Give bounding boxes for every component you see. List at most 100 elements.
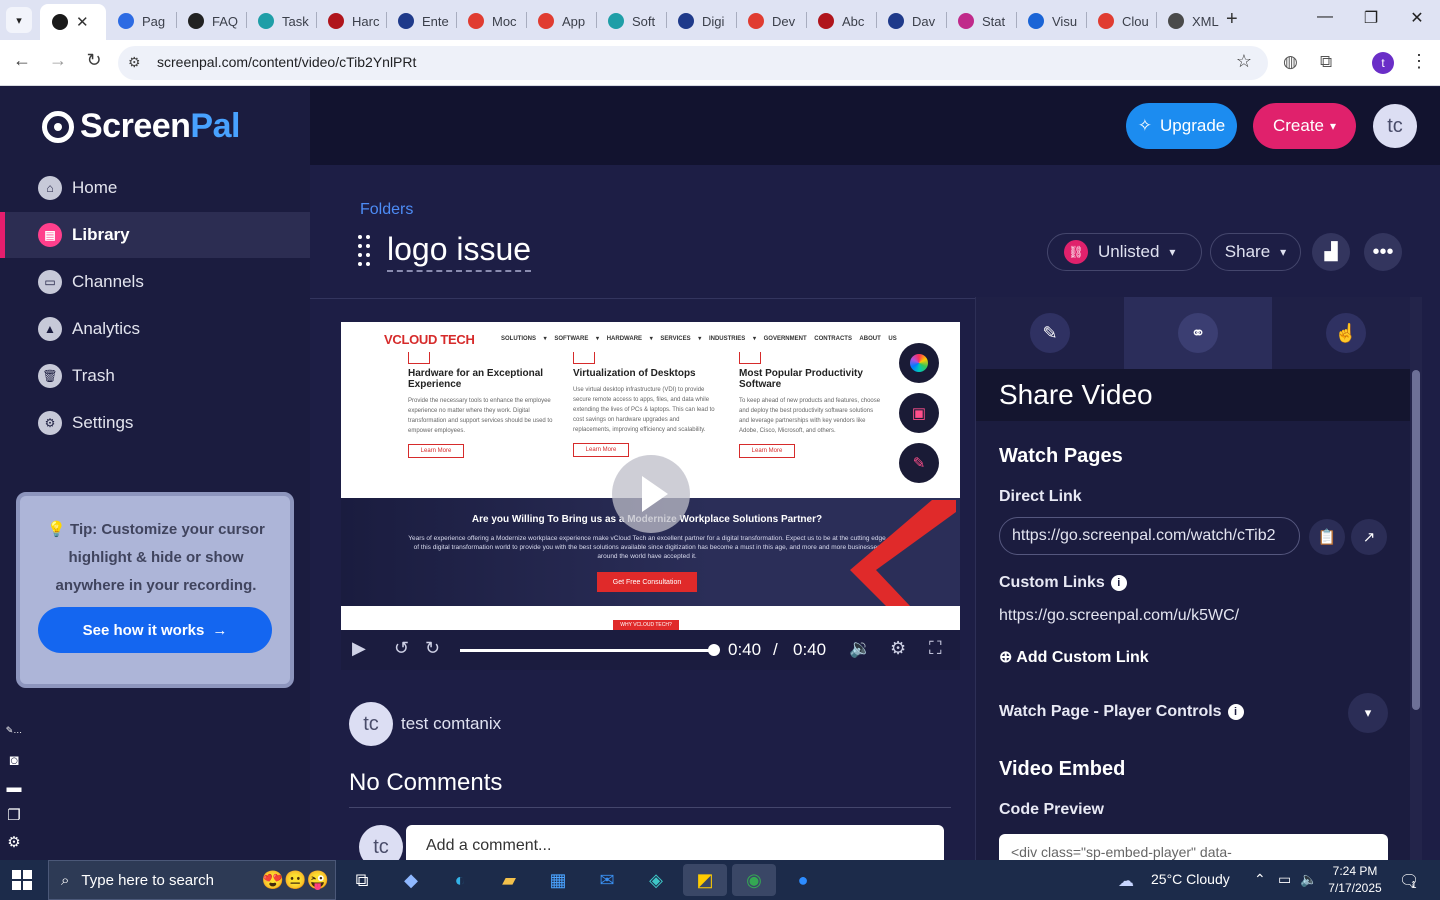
chrome-icon[interactable]: ◉: [732, 864, 776, 896]
rewind-icon[interactable]: ↺: [394, 638, 409, 659]
omnibox[interactable]: ⚙ screenpal.com/content/video/cTib2YnlPR…: [118, 46, 1268, 80]
settings-gear-icon[interactable]: ⚙: [890, 638, 906, 659]
windows-icon[interactable]: ❐: [3, 806, 25, 833]
browser-tab[interactable]: Abc: [806, 6, 874, 36]
windows-start-icon[interactable]: [12, 870, 32, 890]
video-camera-icon[interactable]: ▬: [3, 779, 25, 806]
video-title[interactable]: logo issue: [387, 231, 532, 272]
browser-tab[interactable]: App: [526, 6, 594, 36]
sidebar-item-settings[interactable]: ⚙ Settings: [0, 400, 310, 446]
browser-tab[interactable]: Dav: [876, 6, 944, 36]
volume-tray-icon[interactable]: 🔈: [1300, 871, 1317, 888]
tab-search-button[interactable]: ▾: [6, 7, 32, 33]
owner-avatar[interactable]: tc: [349, 702, 393, 746]
back-arrow-icon[interactable]: ←: [9, 50, 35, 71]
upgrade-button[interactable]: ✧ Upgrade: [1126, 103, 1237, 149]
reload-icon[interactable]: ↻: [81, 50, 107, 71]
browser-tab[interactable]: Dev: [736, 6, 804, 36]
edge-icon[interactable]: ◐: [438, 864, 482, 896]
bookmark-star-icon[interactable]: ☆: [1236, 51, 1252, 72]
drag-handle-icon[interactable]: [358, 235, 372, 269]
file-explorer-icon[interactable]: ▰: [487, 864, 531, 896]
pencil-more-icon[interactable]: ✎…: [3, 725, 25, 752]
tray-chevron-icon[interactable]: ⌃: [1254, 871, 1266, 888]
url-text[interactable]: screenpal.com/content/video/cTib2YnlPRt: [157, 54, 416, 70]
info-icon[interactable]: i: [1227, 704, 1244, 720]
store-icon[interactable]: ▦: [536, 864, 580, 896]
task-view-icon[interactable]: ⧉: [340, 864, 384, 896]
analytics-chart-button[interactable]: ▟: [1312, 233, 1350, 271]
expand-player-controls-button[interactable]: ▾: [1348, 693, 1388, 733]
see-how-it-works-button[interactable]: See how it works →: [38, 607, 272, 653]
browser-tab[interactable]: Moc: [456, 6, 524, 36]
sticky-notes-icon[interactable]: ◩: [683, 864, 727, 896]
share-dropdown[interactable]: Share ▾: [1210, 233, 1301, 271]
forward-arrow-icon[interactable]: →: [45, 50, 71, 71]
browser-menu-icon[interactable]: ⋮: [1410, 51, 1428, 72]
breadcrumb-folders[interactable]: Folders: [360, 201, 413, 219]
image-overlay-button[interactable]: ▣: [899, 393, 939, 433]
browser-tab[interactable]: Visu: [1016, 6, 1084, 36]
screenpal-logo[interactable]: ScreenPal: [42, 107, 240, 146]
browser-tab[interactable]: Harc: [316, 6, 384, 36]
new-tab-plus-icon[interactable]: +: [1226, 8, 1238, 31]
video-player[interactable]: VCLOUD TECH SOLUTIONS ▾ SOFTWARE ▾ HARDW…: [341, 322, 960, 670]
browser-tab[interactable]: Task: [246, 6, 314, 36]
panel-scrollbar[interactable]: [1412, 370, 1420, 710]
player-controls-label[interactable]: Watch Page - Player Controls i: [999, 703, 1244, 721]
minimize-icon[interactable]: —: [1302, 8, 1348, 26]
seek-handle[interactable]: [708, 644, 720, 656]
zoom-icon[interactable]: ●: [781, 864, 825, 896]
browser-profile-avatar[interactable]: t: [1372, 52, 1394, 74]
network-icon[interactable]: ▭: [1278, 871, 1291, 888]
browser-tab[interactable]: Digi: [666, 6, 734, 36]
big-play-icon[interactable]: [612, 455, 690, 533]
weather-icon[interactable]: ☁: [1118, 871, 1134, 891]
app-diamond-icon[interactable]: ◈: [634, 864, 678, 896]
forward-icon[interactable]: ↻: [425, 638, 440, 659]
tab-edit[interactable]: ✎: [976, 297, 1124, 369]
close-window-icon[interactable]: ✕: [1394, 8, 1440, 28]
camera-icon[interactable]: ◙: [3, 752, 25, 779]
browser-tab[interactable]: XML: [1156, 6, 1220, 36]
volume-icon[interactable]: 🔉: [849, 638, 871, 659]
color-wheel-button[interactable]: [899, 343, 939, 383]
browser-tab[interactable]: Ente: [386, 6, 454, 36]
direct-link-field[interactable]: https://go.screenpal.com/watch/cTib2: [999, 517, 1300, 555]
info-icon[interactable]: i: [1110, 575, 1127, 591]
weather-text[interactable]: 25°C Cloudy: [1151, 871, 1230, 887]
mail-icon[interactable]: ✉: [585, 864, 629, 896]
play-icon[interactable]: ▶: [352, 638, 366, 659]
seek-bar[interactable]: [460, 649, 714, 652]
sidebar-item-home[interactable]: ⌂ Home: [0, 165, 310, 211]
gear-icon[interactable]: ⚙: [3, 833, 25, 860]
add-custom-link-button[interactable]: ⊕ Add Custom Link: [999, 647, 1149, 667]
sidebar-item-channels[interactable]: ▭ Channels: [0, 259, 310, 305]
extensions-puzzle-icon[interactable]: ⧉: [1320, 52, 1332, 72]
translate-icon[interactable]: ◍: [1283, 52, 1298, 72]
browser-tab-active[interactable]: ✕: [40, 4, 106, 40]
visibility-dropdown[interactable]: ⛓ Unlisted ▾: [1047, 233, 1202, 271]
open-link-button[interactable]: ↗: [1351, 519, 1387, 555]
browser-tab[interactable]: FAQ: [176, 6, 244, 36]
sidebar-item-analytics[interactable]: ▲ Analytics: [0, 306, 310, 352]
copy-link-button[interactable]: 📋: [1309, 519, 1345, 555]
sidebar-item-trash[interactable]: 🗑 Trash: [0, 353, 310, 399]
tab-share[interactable]: ⚭: [1124, 297, 1272, 369]
tab-close-icon[interactable]: ✕: [76, 13, 89, 31]
restore-icon[interactable]: ❐: [1348, 8, 1394, 28]
more-options-button[interactable]: •••: [1364, 233, 1402, 271]
create-button[interactable]: Create ▾: [1253, 103, 1356, 149]
browser-tab[interactable]: Clou: [1086, 6, 1154, 36]
fullscreen-icon[interactable]: ⛶: [929, 638, 942, 659]
edit-video-button[interactable]: ✎: [899, 443, 939, 483]
taskbar-search[interactable]: ⌕ Type here to search 😍😐😜: [48, 860, 336, 900]
sidebar-item-library[interactable]: ▤ Library: [0, 212, 310, 258]
browser-tab[interactable]: Pag: [106, 6, 174, 36]
custom-link-url[interactable]: https://go.screenpal.com/u/k5WC/: [999, 607, 1239, 625]
browser-tab[interactable]: Stat: [946, 6, 1014, 36]
site-info-icon[interactable]: ⚙: [128, 54, 141, 71]
user-avatar[interactable]: tc: [1373, 104, 1417, 148]
tab-interactions[interactable]: ☝: [1272, 297, 1420, 369]
browser-tab[interactable]: Soft: [596, 6, 664, 36]
